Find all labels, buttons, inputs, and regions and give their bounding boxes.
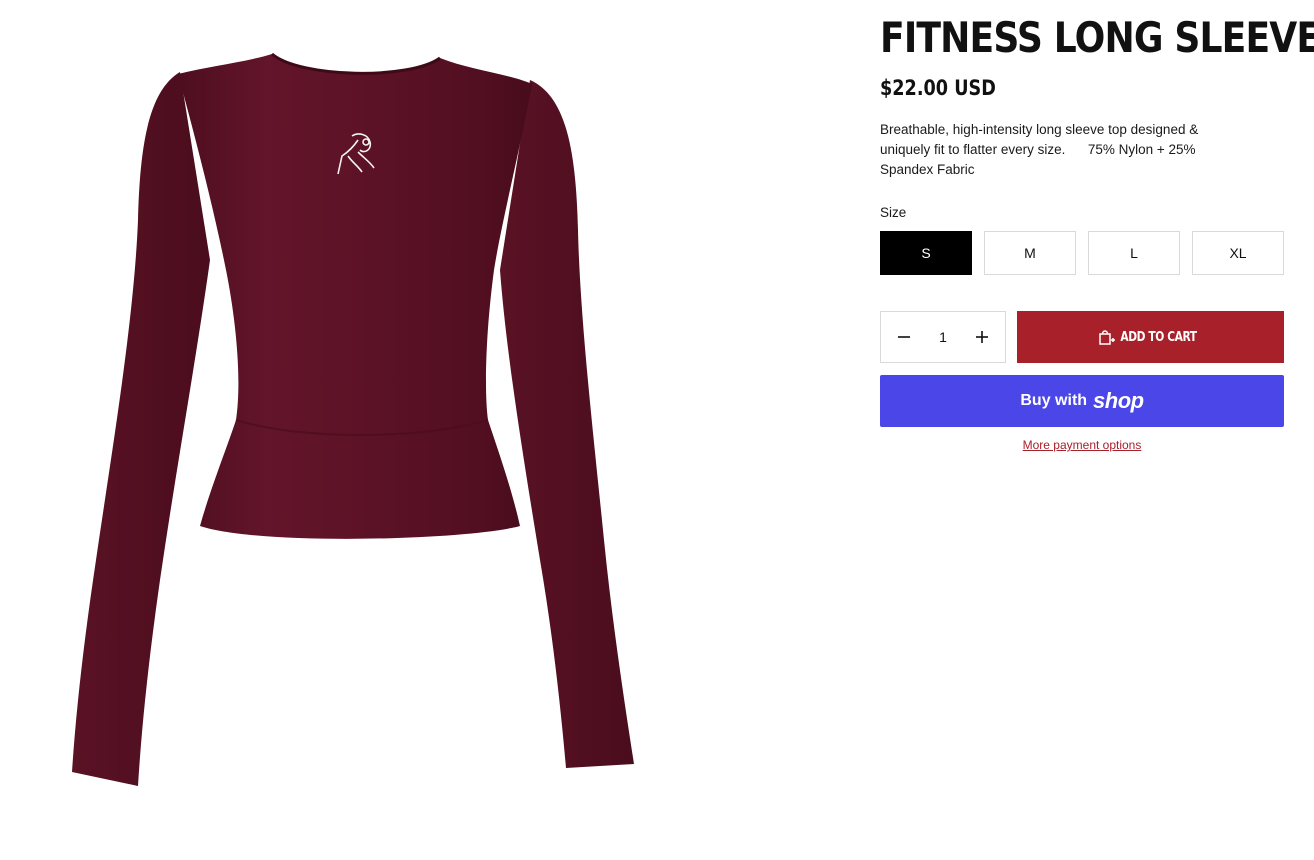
size-option-l[interactable]: L [1088,231,1180,275]
cart-icon [1099,330,1115,345]
buy-with-label: Buy with [1020,392,1088,409]
add-to-cart-label: ADD TO CART [1120,329,1197,345]
size-option-xl[interactable]: XL [1192,231,1284,275]
size-label: Size [880,205,907,220]
buy-with-shop-button[interactable]: Buy with shop [880,375,1284,427]
quantity-increase-button[interactable] [961,312,1003,362]
product-description: Breathable, high-intensity long sleeve t… [880,122,1199,177]
plus-icon [976,331,988,343]
minus-icon [898,336,910,338]
quantity-stepper: 1 [880,311,1006,363]
product-image[interactable] [0,0,860,860]
size-option-m[interactable]: M [984,231,1076,275]
product-price: $22.00 USD [880,76,996,100]
product-title: FITNESS LONG SLEEVE [880,13,1314,62]
long-sleeve-top-image [72,52,634,786]
shop-logo: shop [1093,388,1144,413]
product-page: FITNESS LONG SLEEVE $22.00 USD Breathabl… [0,0,1314,860]
quantity-decrease-button[interactable] [883,312,925,362]
quantity-input[interactable]: 1 [923,312,963,362]
size-option-s[interactable]: S [880,231,972,275]
size-selector: S M L XL [880,231,1284,275]
more-payment-options-link[interactable]: More payment options [880,438,1284,452]
add-to-cart-button[interactable]: ADD TO CART [1017,311,1284,363]
